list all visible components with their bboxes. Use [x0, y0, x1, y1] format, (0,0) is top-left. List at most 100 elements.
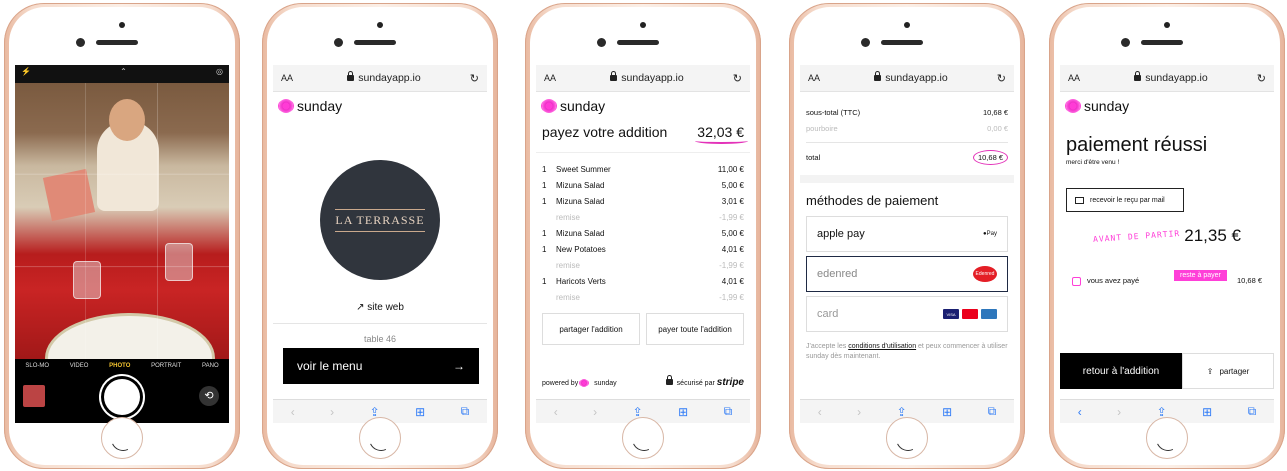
success-subtitle: merci d'être venu ! [1066, 159, 1120, 166]
bookmarks-icon[interactable]: ⊞ [942, 405, 952, 419]
flash-icon[interactable]: ⚡ [21, 67, 31, 81]
home-button[interactable] [359, 417, 401, 459]
url-text: sundayapp.io [1145, 72, 1208, 84]
reader-button[interactable]: AA [1068, 73, 1090, 83]
mode-portrait[interactable]: PORTRAIT [151, 363, 181, 369]
address-bar[interactable]: AA sundayapp.io ↻ [800, 65, 1014, 92]
lock-icon [1134, 71, 1142, 81]
lock-icon [874, 71, 882, 81]
camera-viewfinder[interactable] [15, 83, 229, 403]
payment-methods-title: méthodes de paiement [806, 193, 939, 208]
bill-screen: AA sundayapp.io ↻ sunday payez votre add… [536, 65, 750, 423]
reload-icon[interactable]: ↻ [992, 72, 1006, 85]
address-bar[interactable]: AA sundayapp.io ↻ [273, 65, 487, 92]
camera-modes: SLO-MO VIDEO PHOTO PORTRAIT PANO [15, 359, 229, 373]
person-icon [1072, 276, 1081, 286]
discount-row: remise -1,99 € [556, 292, 744, 302]
url-text: sundayapp.io [621, 72, 684, 84]
restaurant-screen: AA sundayapp.io ↻ sunday LA TERRASSE ↗ s… [273, 65, 487, 423]
forward-icon[interactable]: › [857, 405, 861, 419]
live-photo-icon[interactable]: ◎ [216, 67, 223, 81]
apple-pay-option[interactable]: apple pay ●Pay [806, 216, 1008, 252]
back-to-bill-button[interactable]: retour à l'addition [1060, 353, 1182, 389]
home-button[interactable] [1146, 417, 1188, 459]
footer: powered by sunday sécurisé par stripe [542, 375, 744, 388]
edenred-icon: Edenred [973, 266, 997, 282]
bill-item-row: 1 New Potatoes 4,01 € [542, 244, 744, 254]
switch-camera-icon[interactable]: ⟲ [199, 386, 219, 406]
back-icon[interactable]: ‹ [1078, 405, 1082, 419]
camera-screen: ⚡ ⌃ ◎ SLO-MO VIDEO PHOTO PORTRAIT PANO ⟲ [15, 65, 229, 423]
paid-row: vous avez payé 10,68 € [1060, 276, 1274, 286]
bill-item-row: 1 Mizuna Salad 5,00 € [542, 228, 744, 238]
bill-title: payez votre addition [542, 124, 668, 140]
bill-item-row: 1 Sweet Summer 11,00 € [542, 164, 744, 174]
phone-frame-3: AA sundayapp.io ↻ sunday payez votre add… [525, 3, 761, 469]
reader-button[interactable]: AA [808, 73, 830, 83]
terms-link[interactable]: conditions d'utilisation [848, 343, 916, 350]
arrow-right-icon: → [453, 359, 465, 373]
address-bar[interactable]: AA sundayapp.io ↻ [536, 65, 750, 92]
see-menu-button[interactable]: voir le menu → [283, 348, 479, 384]
site-web-link[interactable]: ↗ site web [273, 302, 487, 313]
card-brands-icon: VISA [943, 309, 997, 319]
card-option[interactable]: card VISA [806, 296, 1008, 332]
edenred-option[interactable]: edenred Edenred [806, 256, 1008, 292]
receive-receipt-button[interactable]: recevoir le reçu par mail [1066, 188, 1184, 212]
payment-screen: AA sundayapp.io ↻ sous-total (TTC) 10,68 … [800, 65, 1014, 423]
success-screen: AA sundayapp.io ↻ sunday paiement réussi… [1060, 65, 1274, 423]
reload-icon[interactable]: ↻ [1252, 72, 1266, 85]
shutter-button[interactable] [104, 379, 140, 415]
tabs-icon[interactable]: ⧉ [988, 404, 997, 419]
remaining-badge: reste à payer [1174, 270, 1227, 281]
table-number: table 46 [363, 334, 397, 344]
bookmarks-icon[interactable]: ⊞ [415, 405, 425, 419]
back-icon[interactable]: ‹ [291, 405, 295, 419]
restaurant-logo: LA TERRASSE [320, 160, 440, 280]
flower-icon [580, 378, 589, 387]
forward-icon[interactable]: › [330, 405, 334, 419]
reload-icon[interactable]: ↻ [728, 72, 742, 85]
share-icon: ⇪ [1206, 366, 1214, 376]
bill-item-row: 1 Mizuna Salad 3,01 € [542, 196, 744, 206]
address-bar[interactable]: AA sundayapp.io ↻ [1060, 65, 1274, 92]
url-text: sundayapp.io [358, 72, 421, 84]
camera-top-bar: ⚡ ⌃ ◎ [15, 65, 229, 83]
tabs-icon[interactable]: ⧉ [724, 404, 733, 419]
brand-logo: sunday [273, 92, 487, 120]
reader-button[interactable]: AA [281, 73, 303, 83]
tabs-icon[interactable]: ⧉ [1248, 404, 1257, 419]
forward-icon[interactable]: › [593, 405, 597, 419]
forward-icon[interactable]: › [1117, 405, 1121, 419]
total-row: total 10,68 € [806, 149, 1008, 165]
bill-item-row: 1 Haricots Verts 4,01 € [542, 276, 744, 286]
success-title: paiement réussi [1066, 134, 1208, 156]
reader-button[interactable]: AA [544, 73, 566, 83]
mode-photo[interactable]: PHOTO [109, 363, 130, 369]
pay-all-button[interactable]: payer toute l'addition [646, 313, 744, 345]
bookmarks-icon[interactable]: ⊞ [678, 405, 688, 419]
brand-logo: sunday [536, 92, 750, 120]
phone-frame-2: AA sundayapp.io ↻ sunday LA TERRASSE ↗ s… [262, 3, 498, 469]
mode-pano[interactable]: PANO [202, 363, 219, 369]
split-bill-button[interactable]: partager l'addition [542, 313, 640, 345]
before-leaving-label: AVANT DE PARTIR [1092, 228, 1181, 244]
home-button[interactable] [886, 417, 928, 459]
back-icon[interactable]: ‹ [818, 405, 822, 419]
last-photo-thumbnail[interactable] [23, 385, 45, 407]
mode-slomo[interactable]: SLO-MO [25, 363, 49, 369]
tabs-icon[interactable]: ⧉ [461, 404, 470, 419]
bookmarks-icon[interactable]: ⊞ [1202, 405, 1212, 419]
mode-video[interactable]: VIDEO [70, 363, 89, 369]
flower-icon [542, 99, 556, 113]
reload-icon[interactable]: ↻ [465, 72, 479, 85]
home-button[interactable] [622, 417, 664, 459]
home-button[interactable] [101, 417, 143, 459]
back-icon[interactable]: ‹ [554, 405, 558, 419]
tip-row: pourboire 0,00 € [806, 123, 1008, 133]
terms-text: J'accepte les conditions d'utilisation e… [806, 343, 1008, 360]
subtotal-row: sous-total (TTC) 10,68 € [806, 107, 1008, 117]
chevron-up-icon[interactable]: ⌃ [120, 67, 127, 81]
share-button[interactable]: ⇪ partager [1182, 353, 1274, 389]
flower-icon [279, 99, 293, 113]
